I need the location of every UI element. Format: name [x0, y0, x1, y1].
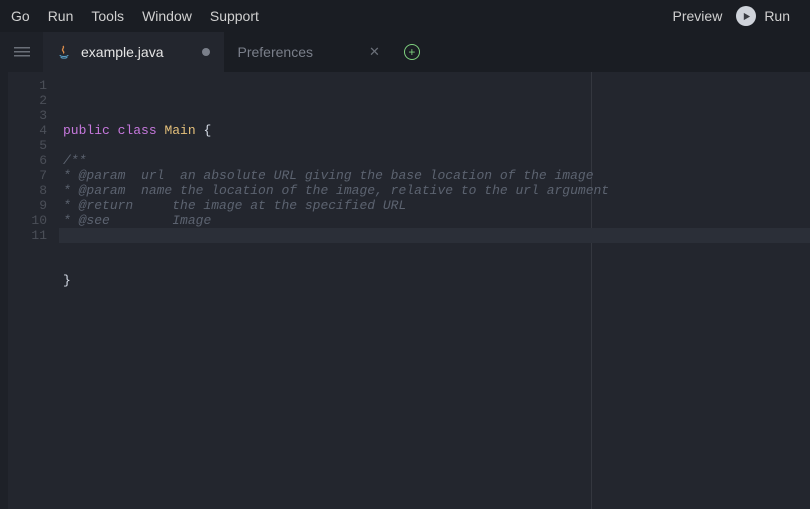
line-number: 9: [8, 198, 59, 213]
dirty-indicator-icon: [202, 48, 210, 56]
code-line[interactable]: * @param name the location of the image,…: [59, 183, 810, 198]
line-number: 8: [8, 183, 59, 198]
line-number: 5: [8, 138, 59, 153]
editor: 1234567891011 public class Main {/*** @p…: [0, 72, 810, 509]
code-line[interactable]: * @return the image at the specified URL: [59, 198, 810, 213]
line-number: 3: [8, 108, 59, 123]
play-icon: [736, 6, 756, 26]
left-rail: [0, 72, 8, 509]
code-line[interactable]: [59, 138, 810, 153]
plus-icon: +: [404, 44, 420, 60]
tab-example-java[interactable]: example.java: [43, 32, 224, 72]
code-line[interactable]: }: [59, 273, 810, 288]
run-cluster: Preview Run: [673, 6, 808, 26]
new-tab-button[interactable]: +: [394, 32, 430, 72]
menu-window[interactable]: Window: [133, 8, 201, 24]
menubar: Go Run Tools Window Support Preview Run: [0, 0, 810, 32]
preview-button[interactable]: Preview: [673, 8, 723, 24]
line-number: 10: [8, 213, 59, 228]
line-gutter: 1234567891011: [8, 72, 59, 509]
run-button[interactable]: Run: [736, 6, 790, 26]
menu-run[interactable]: Run: [39, 8, 83, 24]
menu-left: Go Run Tools Window Support: [2, 8, 268, 24]
line-number: 6: [8, 153, 59, 168]
code-line[interactable]: [59, 258, 810, 273]
hamburger-icon: [14, 46, 30, 58]
code-line[interactable]: [59, 243, 810, 258]
code-line[interactable]: /**: [59, 153, 810, 168]
code-line[interactable]: public class Main {: [59, 123, 810, 138]
line-number: 1: [8, 78, 59, 93]
tabbar: example.java Preferences ✕ +: [0, 32, 810, 72]
code-line[interactable]: [59, 228, 810, 243]
run-label: Run: [764, 8, 790, 24]
line-number: 7: [8, 168, 59, 183]
menu-support[interactable]: Support: [201, 8, 268, 24]
line-number: 2: [8, 93, 59, 108]
tab-preferences[interactable]: Preferences ✕: [224, 32, 394, 72]
code-area[interactable]: public class Main { /*** @param url an ab…: [59, 72, 810, 509]
java-file-icon: [57, 45, 71, 59]
tab-gutter[interactable]: [0, 32, 43, 72]
tab-label: example.java: [81, 44, 164, 60]
tab-label: Preferences: [238, 44, 313, 60]
menu-go[interactable]: Go: [2, 8, 39, 24]
code-line[interactable]: * @param url an absolute URL giving the …: [59, 168, 810, 183]
close-icon[interactable]: ✕: [369, 44, 380, 60]
code-line[interactable]: * @see Image: [59, 213, 810, 228]
menu-tools[interactable]: Tools: [82, 8, 133, 24]
line-number: 4: [8, 123, 59, 138]
